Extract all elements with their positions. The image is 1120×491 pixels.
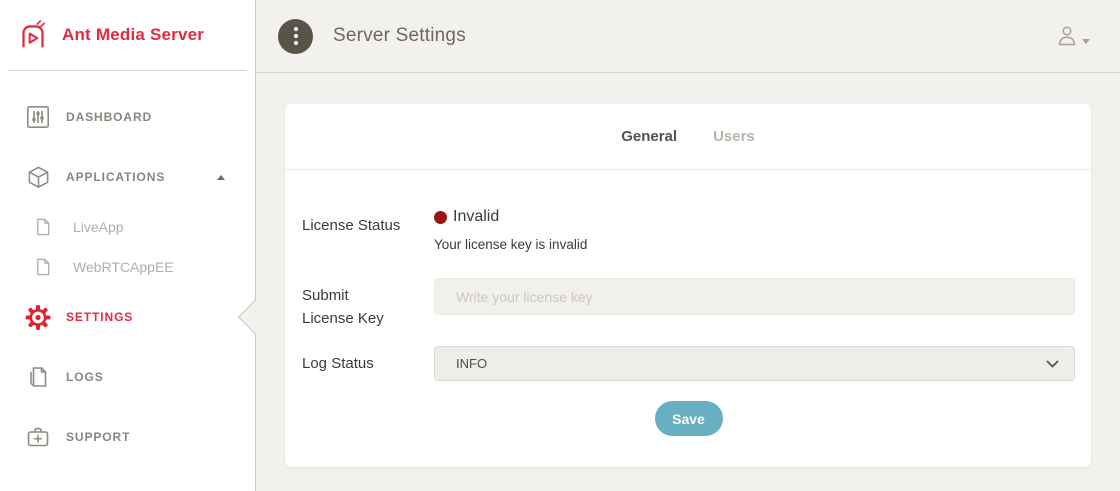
license-key-label: Submit License Key: [302, 278, 434, 330]
sidebar-item-label: SUPPORT: [66, 430, 130, 444]
license-key-field: [434, 278, 1075, 330]
license-key-input[interactable]: [434, 278, 1075, 315]
user-menu-button[interactable]: [1056, 24, 1090, 48]
tab-general[interactable]: General: [621, 128, 677, 145]
save-button[interactable]: Save: [655, 401, 723, 436]
license-status-helper: Your license key is invalid: [434, 237, 1075, 252]
sidebar-item-label: LiveApp: [73, 219, 124, 235]
sidebar-item-label: DASHBOARD: [66, 110, 152, 124]
active-item-notch: [238, 299, 273, 334]
sidebar-item-label: SETTINGS: [66, 310, 133, 324]
sidebar-item-logs[interactable]: LOGS: [0, 347, 255, 407]
log-status-row: Log Status INFO: [302, 346, 1075, 381]
package-box-icon: [25, 165, 51, 190]
collapse-caret-up-icon[interactable]: [217, 175, 225, 180]
file-icon: [30, 258, 56, 276]
kebab-dot-icon: [294, 34, 298, 38]
top-header: Server Settings: [256, 0, 1120, 73]
dashboard-sliders-icon: [25, 105, 51, 129]
file-icon: [30, 218, 56, 236]
sidebar-item-label: APPLICATIONS: [66, 170, 165, 184]
brand-name: Ant Media Server: [62, 25, 204, 45]
license-status-value: Invalid: [434, 208, 1075, 226]
sidebar: Ant Media Server DASHBOARD: [0, 0, 256, 491]
kebab-dot-icon: [294, 27, 298, 31]
sidebar-item-liveapp[interactable]: LiveApp: [0, 207, 255, 247]
page-title: Server Settings: [333, 25, 466, 47]
ant-media-logo-icon: [14, 16, 52, 54]
license-status-text: Invalid: [453, 208, 499, 226]
log-status-field: INFO: [434, 346, 1075, 381]
user-person-icon: [1056, 24, 1078, 48]
sidebar-item-label: LOGS: [66, 370, 104, 384]
sidebar-item-dashboard[interactable]: DASHBOARD: [0, 87, 255, 147]
chevron-down-icon: [1082, 39, 1090, 44]
license-status-label: License Status: [302, 208, 434, 252]
tab-users[interactable]: Users: [713, 128, 755, 145]
log-status-select[interactable]: INFO: [434, 346, 1075, 381]
sidebar-item-support[interactable]: SUPPORT: [0, 407, 255, 467]
sidebar-item-settings[interactable]: SETTINGS: [0, 287, 255, 347]
sidebar-item-applications[interactable]: APPLICATIONS: [0, 147, 255, 207]
first-aid-kit-icon: [25, 425, 51, 449]
kebab-dot-icon: [294, 41, 298, 45]
sidebar-item-webrtcappee[interactable]: WebRTCAppEE: [0, 247, 255, 287]
status-invalid-dot-icon: [434, 211, 447, 224]
settings-tabs: General Users: [285, 104, 1091, 170]
sidebar-nav: DASHBOARD APPLICATIONS LiveApp: [0, 71, 255, 467]
general-settings-form: License Status Invalid Your license key …: [285, 170, 1091, 436]
log-status-label: Log Status: [302, 346, 434, 381]
logs-document-icon: [25, 365, 51, 389]
license-status-row: License Status Invalid Your license key …: [302, 208, 1075, 252]
server-settings-card: General Users License Status Invalid You…: [285, 104, 1091, 467]
brand[interactable]: Ant Media Server: [8, 0, 247, 71]
gear-icon: [25, 304, 51, 331]
license-key-row: Submit License Key: [302, 278, 1075, 330]
menu-kebab-button[interactable]: [278, 19, 313, 54]
license-status-field: Invalid Your license key is invalid: [434, 208, 1075, 252]
sidebar-item-label: WebRTCAppEE: [73, 259, 174, 275]
